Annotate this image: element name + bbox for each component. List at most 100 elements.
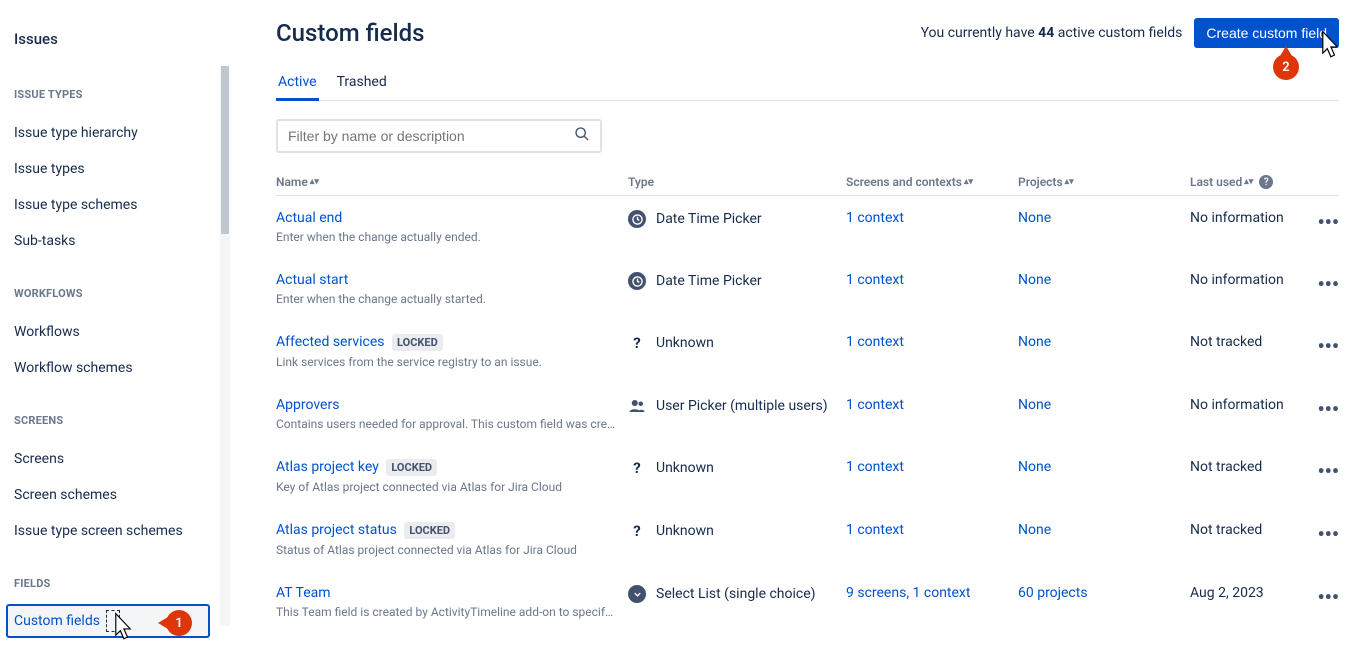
field-type: Unknown [656,460,714,476]
table-row: Atlas project status LOCKED Status of At… [276,508,1339,571]
column-name[interactable]: Name▴▾ [276,175,628,189]
users-icon [628,397,646,415]
last-used-value: No information [1190,210,1299,226]
last-used-value: Not tracked [1190,459,1299,475]
locked-badge: LOCKED [392,334,443,351]
field-type: Select List (single choice) [656,586,816,602]
projects-link[interactable]: None [1018,210,1190,226]
tab-active[interactable]: Active [276,66,319,101]
field-description: Enter when the change actually ended. [276,230,616,244]
field-name-link[interactable]: Approvers [276,397,339,413]
search-icon [574,126,590,146]
sort-icon: ▴▾ [310,180,319,185]
screens-link[interactable]: 1 context [846,334,1018,350]
last-used-value: Not tracked [1190,334,1299,350]
screens-link[interactable]: 1 context [846,210,1018,226]
last-used-value: Aug 2, 2023 [1190,585,1299,601]
question-icon: ? [628,522,646,540]
page-title: Custom fields [276,19,424,47]
sidebar-item-workflows[interactable]: Workflows [14,314,230,350]
last-used-value: Not tracked [1190,522,1299,538]
row-actions-menu[interactable]: ••• [1299,585,1339,609]
main-content: Custom fields You currently have 44 acti… [230,0,1369,637]
table-row: Atlas project key LOCKED Key of Atlas pr… [276,445,1339,508]
field-description: Link services from the service registry … [276,355,616,369]
sidebar-group-screens: SCREENS [14,414,230,427]
locked-badge: LOCKED [404,522,455,539]
sidebar: Issues ISSUE TYPES Issue type hierarchy … [0,0,230,637]
sort-icon: ▴▾ [964,180,973,185]
filter-input[interactable] [288,128,574,144]
projects-link[interactable]: None [1018,522,1190,538]
screens-link[interactable]: 1 context [846,272,1018,288]
table-row: Approvers Contains users needed for appr… [276,383,1339,445]
field-type: User Picker (multiple users) [656,398,828,414]
field-description: Key of Atlas project connected via Atlas… [276,480,616,494]
sidebar-item-custom-fields[interactable]: Custom fields 1 [6,604,210,638]
sidebar-item-label: Custom fields [14,613,100,629]
sidebar-title: Issues [14,30,230,48]
column-screens[interactable]: Screens and contexts▴▾ [846,175,1018,189]
row-actions-menu[interactable]: ••• [1299,210,1339,234]
screens-link[interactable]: 9 screens, 1 context [846,585,1018,601]
chevron-down-icon [628,585,646,603]
row-actions-menu[interactable]: ••• [1299,522,1339,546]
field-name-link[interactable]: Atlas project status [276,522,397,538]
column-projects[interactable]: Projects▴▾ [1018,175,1190,189]
sidebar-item-sub-tasks[interactable]: Sub-tasks [14,223,230,259]
field-description: Enter when the change actually started. [276,292,616,306]
field-type: Date Time Picker [656,211,762,227]
row-actions-menu[interactable]: ••• [1299,459,1339,483]
sidebar-item-screens[interactable]: Screens [14,441,230,477]
column-type: Type [628,175,846,189]
row-actions-menu[interactable]: ••• [1299,397,1339,421]
field-type: Unknown [656,335,714,351]
field-name-link[interactable]: Affected services [276,334,385,350]
annotation-callout-1: 1 [166,610,192,636]
locked-badge: LOCKED [386,459,437,476]
sidebar-group-workflows: WORKFLOWS [14,287,230,300]
clock-icon [628,272,646,290]
sidebar-item-issue-type-hierarchy[interactable]: Issue type hierarchy [14,115,230,151]
sidebar-item-workflow-schemes[interactable]: Workflow schemes [14,350,230,386]
question-icon: ? [628,459,646,477]
active-fields-count: You currently have 44 active custom fiel… [921,25,1183,41]
table-row: Category LOCKED Choose a category using … [276,633,1339,637]
projects-link[interactable]: None [1018,459,1190,475]
annotation-callout-2: 2 [1273,54,1299,80]
field-name-link[interactable]: AT Team [276,585,331,601]
sidebar-scrollbar[interactable] [220,66,230,626]
column-last-used[interactable]: Last used▴▾ ? [1190,175,1299,189]
sidebar-group-issue-types: ISSUE TYPES [14,88,230,101]
projects-link[interactable]: 60 projects [1018,585,1190,601]
field-name-link[interactable]: Actual start [276,272,348,288]
row-actions-menu[interactable]: ••• [1299,272,1339,296]
sidebar-item-issue-type-screen-schemes[interactable]: Issue type screen schemes [14,513,230,549]
sidebar-item-issue-types[interactable]: Issue types [14,151,230,187]
create-custom-field-button[interactable]: Create custom field [1194,18,1339,48]
screens-link[interactable]: 1 context [846,459,1018,475]
table-header: Name▴▾ Type Screens and contexts▴▾ Proje… [276,169,1339,196]
sidebar-item-screen-schemes[interactable]: Screen schemes [14,477,230,513]
screens-link[interactable]: 1 context [846,397,1018,413]
help-icon[interactable]: ? [1259,175,1273,189]
field-type: Date Time Picker [656,273,762,289]
tab-trashed[interactable]: Trashed [335,66,389,100]
table-row: Affected services LOCKED Link services f… [276,320,1339,383]
field-type: Unknown [656,523,714,539]
field-description: This Team field is created by ActivityTi… [276,605,616,619]
screens-link[interactable]: 1 context [846,522,1018,538]
table-row: Actual end Enter when the change actuall… [276,196,1339,258]
field-name-link[interactable]: Actual end [276,210,342,226]
filter-box[interactable] [276,119,602,153]
clock-icon [628,210,646,228]
field-name-link[interactable]: Atlas project key [276,459,379,475]
projects-link[interactable]: None [1018,397,1190,413]
sort-icon: ▴▾ [1065,180,1074,185]
row-actions-menu[interactable]: ••• [1299,334,1339,358]
sidebar-item-issue-type-schemes[interactable]: Issue type schemes [14,187,230,223]
projects-link[interactable]: None [1018,334,1190,350]
projects-link[interactable]: None [1018,272,1190,288]
question-icon: ? [628,334,646,352]
sort-icon: ▴▾ [1244,180,1253,185]
